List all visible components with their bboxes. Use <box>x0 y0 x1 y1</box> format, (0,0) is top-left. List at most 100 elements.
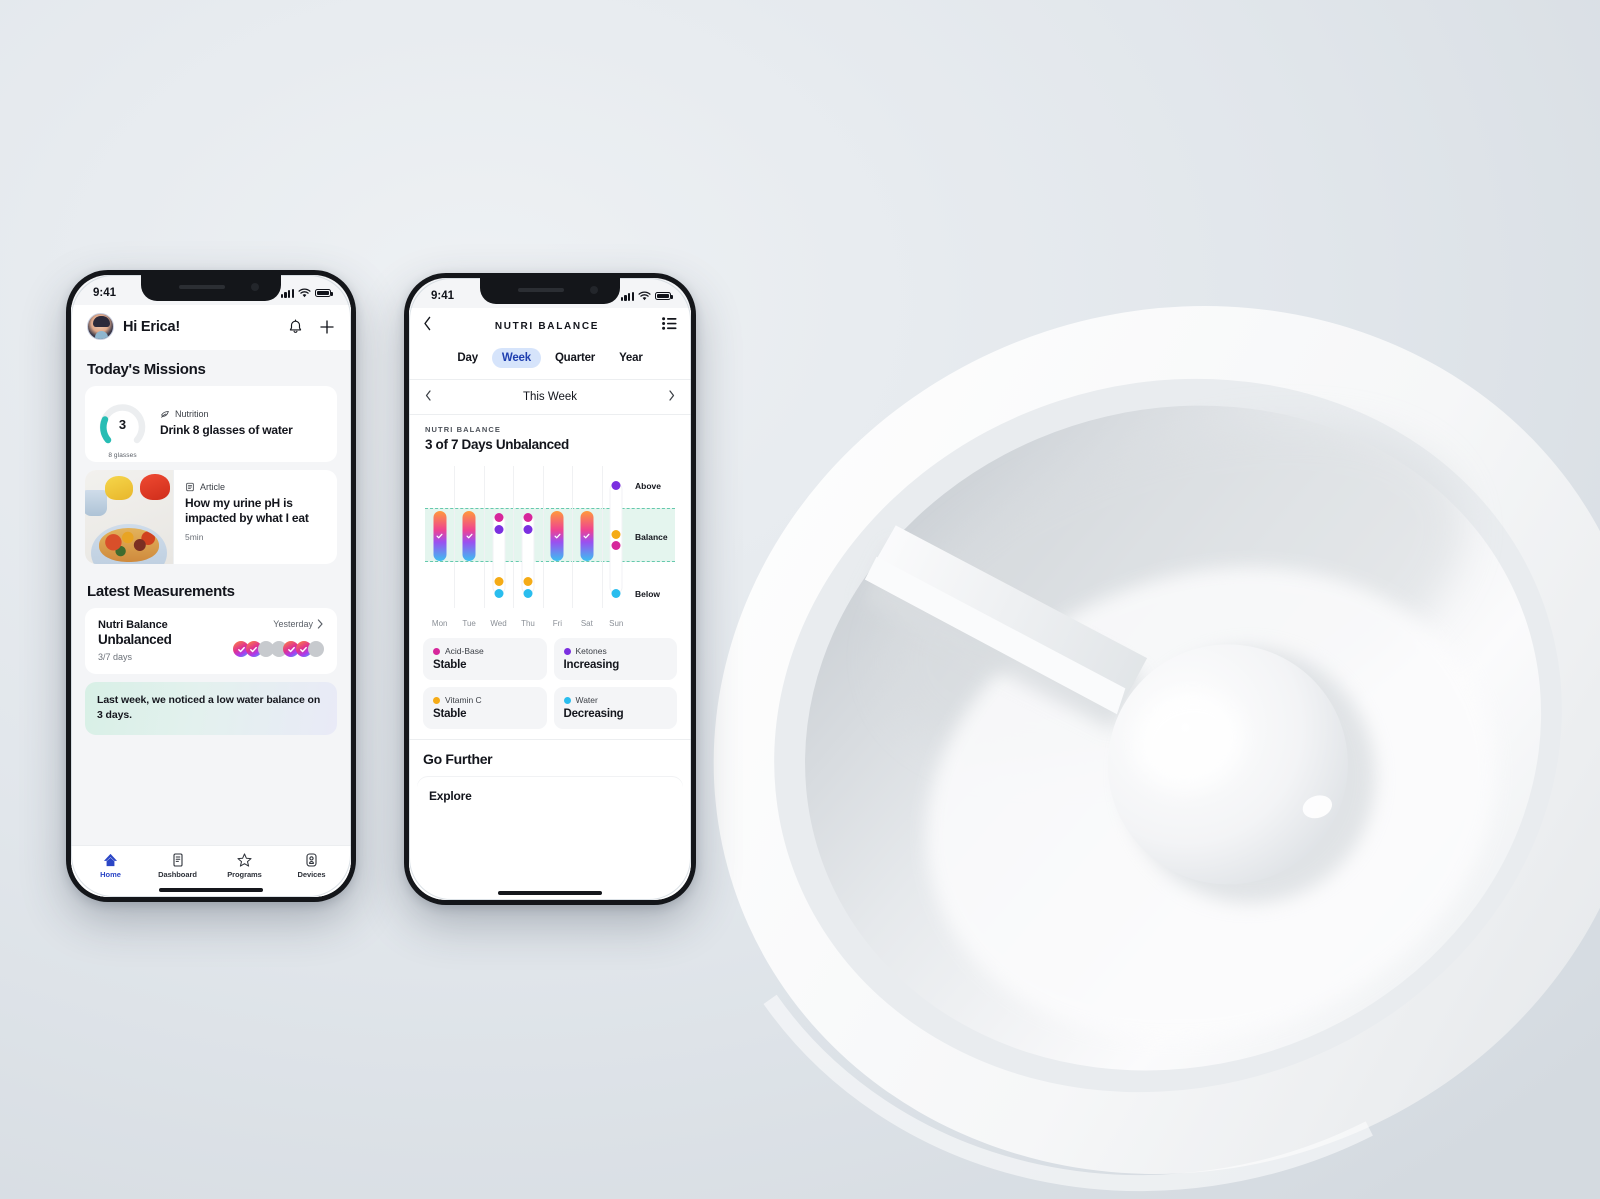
chart-column-tue[interactable] <box>454 466 483 608</box>
x-tick-label: Thu <box>521 619 535 628</box>
chevron-left-icon <box>424 316 431 331</box>
period-prev-button[interactable] <box>425 388 432 406</box>
chart-point-water <box>523 589 533 599</box>
nutri-balance-chart[interactable]: Mon Tue Wed Thu Fri Sat Sun Above Balance Below <box>417 466 683 628</box>
y-axis-label: Below <box>635 588 661 599</box>
summary-kicker: NUTRI BALANCE <box>425 425 501 434</box>
x-tick-label: Sat <box>580 619 593 628</box>
mission-card-water[interactable]: 3 8 glasses Nutrition Drink 8 glasses of… <box>85 386 337 462</box>
water-gauge: 3 8 glasses <box>98 400 147 459</box>
phone-nutri-balance-screen: 9:41 NUTRI BALANCE Day Week Quarter Year… <box>404 273 696 905</box>
chart-point-acid-base <box>611 541 621 551</box>
day-dots-row <box>233 641 324 657</box>
dashboard-icon <box>172 853 183 867</box>
mission-title: Drink 8 glasses of water <box>160 423 293 438</box>
metric-card-ketones[interactable]: Ketones Increasing <box>553 638 677 680</box>
chevron-left-icon <box>425 390 431 401</box>
back-button[interactable] <box>423 316 432 336</box>
x-tick-label: Mon <box>431 619 448 628</box>
day-dot <box>308 641 324 657</box>
tab-programs[interactable]: Programs <box>211 853 278 879</box>
nav-bar: NUTRI BALANCE <box>409 308 691 342</box>
metric-color-dot <box>563 647 571 655</box>
list-menu-icon[interactable] <box>662 317 677 335</box>
summary-headline: 3 of 7 Days Unbalanced <box>425 437 569 452</box>
segment-quarter[interactable]: Quarter <box>545 348 605 368</box>
home-icon <box>103 853 118 867</box>
wifi-icon <box>638 291 651 301</box>
segment-year[interactable]: Year <box>609 348 653 368</box>
metric-color-dot <box>563 696 571 704</box>
tab-label: Dashboard <box>158 870 197 879</box>
measurement-card-nutri-balance[interactable]: Nutri Balance Unbalanced 3/7 days Yester… <box>85 608 337 674</box>
metric-name: Vitamin C <box>445 695 482 705</box>
segment-day[interactable]: Day <box>447 348 488 368</box>
home-indicator[interactable] <box>409 891 691 895</box>
metric-value: Stable <box>433 659 467 671</box>
phone-home-screen: 9:41 Hi Erica! Today's Missions 3 8 glas… <box>66 270 356 902</box>
chart-y-labels: Above Balance Below <box>631 466 681 608</box>
avatar[interactable] <box>87 313 114 340</box>
chart-column-fri[interactable] <box>543 466 572 608</box>
measurement-timestamp: Yesterday <box>273 619 313 629</box>
period-next-button[interactable] <box>668 388 675 406</box>
wifi-icon <box>298 288 311 298</box>
article-thumbnail <box>85 470 173 564</box>
chevron-right-icon <box>317 619 323 629</box>
y-axis-label: Above <box>635 480 661 491</box>
chart-point-ketones <box>611 481 621 491</box>
go-further-section: Go Further <box>409 739 691 767</box>
x-tick-label: Wed <box>490 619 507 628</box>
star-icon <box>237 853 252 867</box>
status-time: 9:41 <box>431 290 455 302</box>
segment-week[interactable]: Week <box>491 348 541 368</box>
tab-devices[interactable]: Devices <box>278 853 345 879</box>
chart-column-wed[interactable] <box>484 466 513 608</box>
chart-columns <box>425 466 631 608</box>
chart-column-mon[interactable] <box>425 466 454 608</box>
metric-name: Water <box>575 695 598 705</box>
period-segmented-control: Day Week Quarter Year <box>409 342 691 379</box>
chart-column-thu[interactable] <box>513 466 542 608</box>
bell-icon[interactable] <box>288 319 303 335</box>
go-further-title: Go Further <box>423 751 493 767</box>
nutrition-icon <box>161 411 169 419</box>
metric-color-dot <box>433 696 440 704</box>
metric-value: Decreasing <box>563 708 624 720</box>
chart-point-water <box>494 589 504 599</box>
mission-card-article[interactable]: Article How my urine pH is impacted by w… <box>85 470 337 564</box>
tab-label: Home <box>100 870 121 879</box>
missions-section-title: Today's Missions <box>87 361 206 378</box>
metric-name: Acid-Base <box>445 646 484 656</box>
metric-color-dot <box>433 647 440 655</box>
metric-card-acid-base[interactable]: Acid-Base Stable <box>423 638 547 680</box>
home-header: Hi Erica! <box>71 305 351 350</box>
explore-label: Explore <box>429 789 472 803</box>
gauge-caption: 8 glasses <box>108 451 137 459</box>
metric-cards-grid: Acid-Base Stable Ketones Increasing Vitamin … <box>409 628 691 729</box>
home-indicator[interactable] <box>71 883 351 897</box>
plus-icon[interactable] <box>319 319 335 335</box>
tab-dashboard[interactable]: Dashboard <box>144 853 211 879</box>
chart-point-ketones <box>523 525 533 535</box>
measurements-section-title: Latest Measurements <box>87 583 235 600</box>
page-title: NUTRI BALANCE <box>494 320 600 332</box>
gauge-value: 3 <box>118 416 127 432</box>
measurement-days: 3/7 days <box>98 652 133 662</box>
mission-kicker-label: Nutrition <box>175 409 209 420</box>
day-capsule <box>462 511 476 562</box>
chart-point-acid-base <box>494 512 504 522</box>
metric-value: Increasing <box>563 659 620 671</box>
metric-card-water[interactable]: Water Decreasing <box>553 687 677 729</box>
tab-label: Programs <box>227 870 262 879</box>
metric-card-vitamin-c[interactable]: Vitamin C Stable <box>423 687 547 729</box>
measurement-name: Nutri Balance <box>98 619 168 631</box>
chart-column-sun[interactable] <box>602 466 631 608</box>
cellular-bars-icon <box>280 288 294 298</box>
tab-home[interactable]: Home <box>77 853 144 879</box>
article-title: How my urine pH is impacted by what I ea… <box>185 496 309 526</box>
explore-row[interactable]: Explore <box>417 777 683 815</box>
chart-column-sat[interactable] <box>572 466 601 608</box>
chart-point-ketones <box>494 525 504 535</box>
chevron-right-icon <box>669 390 675 401</box>
